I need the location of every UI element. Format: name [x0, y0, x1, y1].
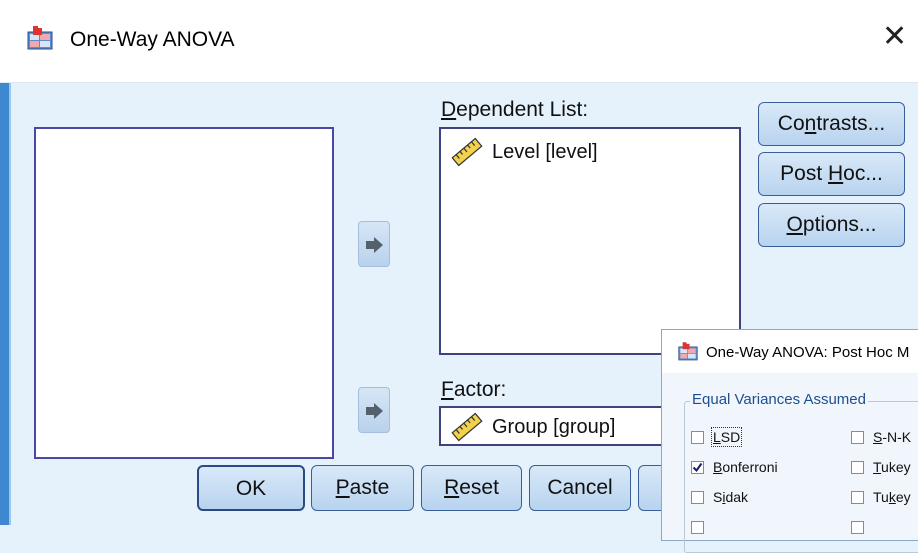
- tukey-checkbox[interactable]: [851, 461, 864, 474]
- post-hoc-title-bar: One-Way ANOVA: Post Hoc M: [662, 330, 918, 373]
- paste-button[interactable]: Paste: [311, 465, 414, 511]
- paste-label-post: aste: [349, 476, 390, 499]
- spss-app-icon: [678, 342, 698, 361]
- post-hoc-dialog-title: One-Way ANOVA: Post Hoc M: [706, 344, 910, 361]
- source-variable-list[interactable]: [34, 127, 334, 459]
- bonferroni-label-post: onferroni: [722, 459, 778, 475]
- move-to-factor-button[interactable]: [358, 387, 390, 433]
- factor-label-text: actor:: [453, 378, 507, 401]
- spss-app-icon: [27, 26, 53, 50]
- paste-label-mnemonic: P: [335, 476, 350, 499]
- dependent-list-item[interactable]: Level [level]: [492, 141, 598, 164]
- post-hoc-label-post: oc...: [843, 162, 883, 185]
- lsd-checkbox[interactable]: [691, 431, 704, 444]
- contrasts-label-post: trasts...: [816, 112, 886, 135]
- snk-label-post: -N-K: [882, 429, 912, 445]
- unlabeled-checkbox[interactable]: [691, 521, 704, 534]
- tukey-b-label-post: ey: [895, 489, 911, 505]
- sidak-label: Sidak: [713, 489, 748, 505]
- ok-button[interactable]: OK: [197, 465, 305, 511]
- bonferroni-label: Bonferroni: [713, 459, 778, 475]
- arrow-right-icon: [366, 403, 383, 419]
- lsd-label-post: SD: [720, 429, 741, 445]
- move-to-dependent-button[interactable]: [358, 221, 390, 267]
- contrasts-button[interactable]: Contrasts...: [758, 102, 905, 146]
- tukey-b-checkbox[interactable]: [851, 491, 864, 504]
- dependent-list-label: Dependent List:: [441, 98, 588, 122]
- reset-label-post: eset: [459, 476, 499, 499]
- unlabeled-checkbox[interactable]: [851, 521, 864, 534]
- tukey-label: Tukey: [873, 459, 911, 475]
- dependent-list-label-text: ependent List:: [456, 98, 589, 121]
- factor-label: Factor:: [441, 378, 506, 402]
- dependent-list-label-mnemonic: D: [441, 98, 457, 121]
- window-title: One-Way ANOVA: [70, 28, 235, 51]
- factor-field[interactable]: Group [group]: [439, 406, 679, 446]
- lsd-label-mnemonic: L: [713, 429, 721, 445]
- sidak-label-pre: S: [713, 489, 723, 505]
- factor-label-mnemonic: F: [441, 378, 454, 401]
- options-label-mnemonic: O: [786, 213, 803, 236]
- snk-checkbox[interactable]: [851, 431, 864, 444]
- reset-label-mnemonic: R: [444, 476, 460, 499]
- bonferroni-label-mnemonic: B: [713, 459, 723, 475]
- snk-label: S-N-K: [873, 429, 911, 445]
- factor-value[interactable]: Group [group]: [492, 416, 615, 439]
- tukey-label-mnemonic: T: [873, 459, 882, 475]
- arrow-right-icon: [366, 237, 383, 253]
- equal-variances-group-title: Equal Variances Assumed: [690, 391, 868, 408]
- check-icon: [692, 462, 703, 473]
- lsd-label: LSD: [710, 427, 743, 447]
- scale-ruler-icon: [451, 137, 483, 167]
- scale-ruler-icon: [451, 412, 483, 442]
- snk-label-mnemonic: S: [873, 429, 883, 445]
- equal-variances-group: [684, 401, 918, 553]
- post-hoc-button[interactable]: Post Hoc...: [758, 152, 905, 196]
- tukey-b-label: Tukey: [873, 489, 911, 505]
- close-icon[interactable]: ✕: [882, 22, 907, 52]
- contrasts-label-pre: Co: [777, 112, 805, 135]
- sidak-checkbox[interactable]: [691, 491, 704, 504]
- post-hoc-label-mnemonic: H: [828, 162, 844, 185]
- cancel-button[interactable]: Cancel: [529, 465, 631, 511]
- bonferroni-checkbox[interactable]: [691, 461, 704, 474]
- dependent-list[interactable]: Level [level]: [439, 127, 741, 355]
- tukey-b-label-pre: Tu: [873, 489, 889, 505]
- title-bar: One-Way ANOVA ✕: [0, 0, 918, 83]
- sidak-label-post: dak: [725, 489, 749, 505]
- reset-button[interactable]: Reset: [421, 465, 522, 511]
- options-label-post: ptions...: [802, 213, 877, 236]
- tukey-b-label-mnemonic: k: [888, 489, 896, 505]
- options-button[interactable]: Options...: [758, 203, 905, 247]
- post-hoc-dialog: One-Way ANOVA: Post Hoc M Equal Variance…: [661, 329, 918, 553]
- post-hoc-label-pre: Post: [780, 162, 828, 185]
- contrasts-label-mnemonic: n: [804, 112, 817, 135]
- tukey-label-post: ukey: [881, 459, 911, 475]
